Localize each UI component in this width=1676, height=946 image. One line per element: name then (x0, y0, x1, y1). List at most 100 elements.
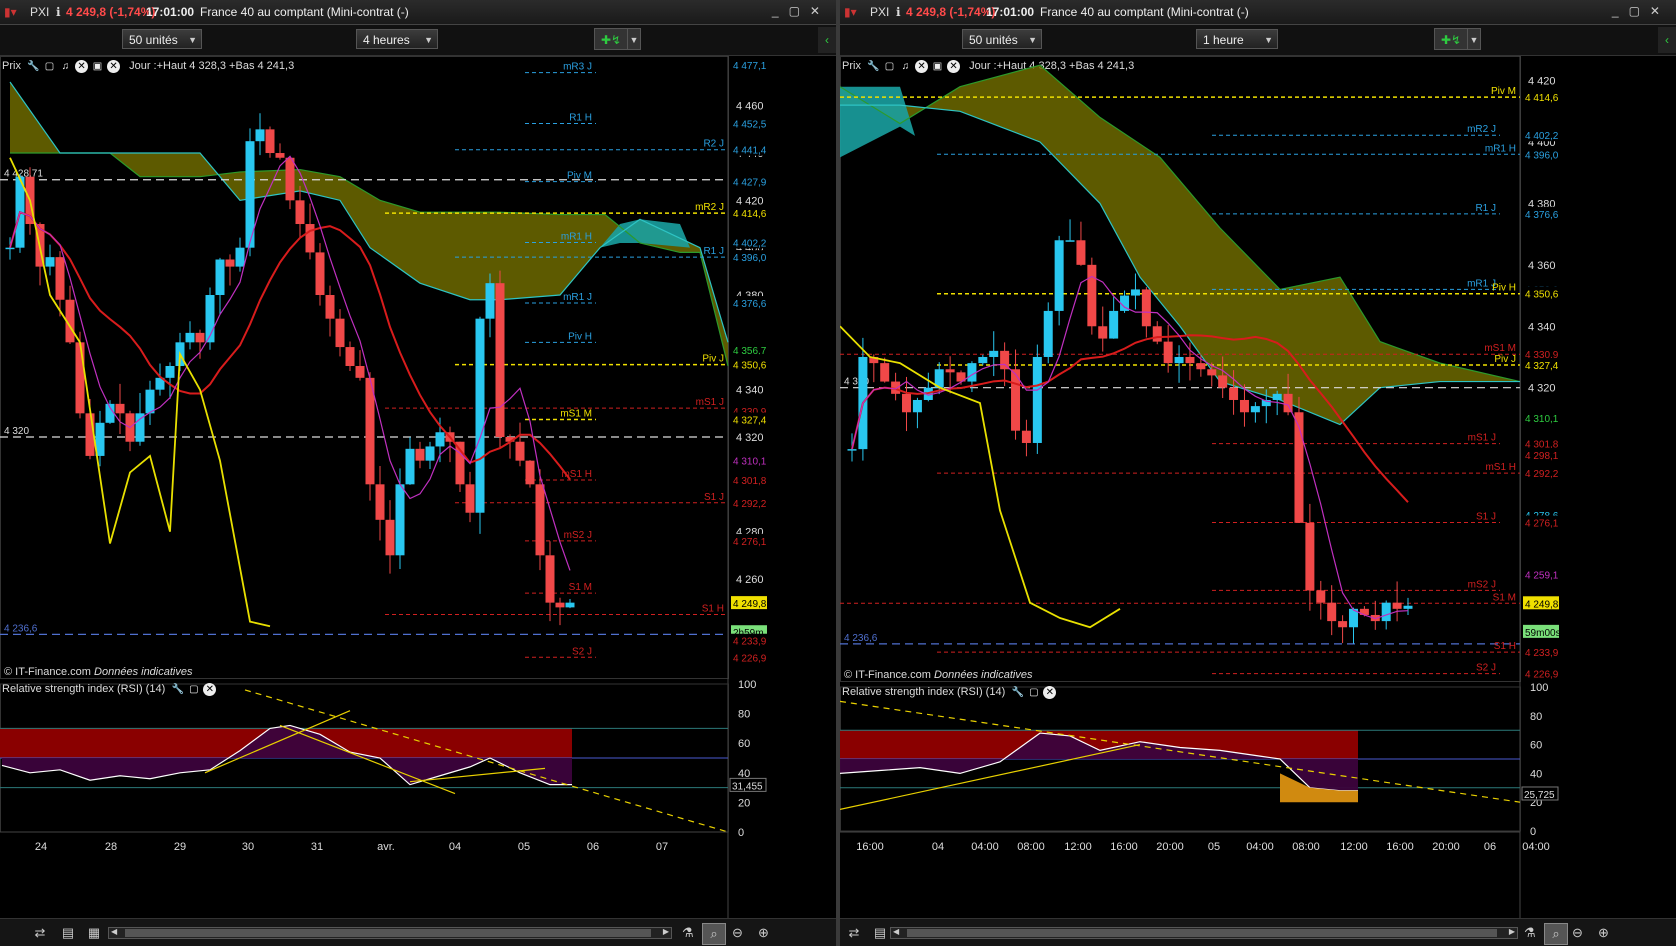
calendar-icon[interactable]: ▦ (84, 923, 104, 943)
scroll-right-icon[interactable]: ▶ (663, 927, 669, 936)
zoom-in-icon[interactable]: ⊕ (1598, 923, 1609, 943)
symbol[interactable]: PXI (30, 5, 49, 19)
indicator-icon[interactable]: ⚗ (1524, 923, 1536, 943)
app-icon[interactable]: ▮▾ (4, 5, 17, 19)
indicator-icon[interactable]: ⚗ (682, 923, 694, 943)
list-icon[interactable]: ▤ (870, 923, 890, 943)
rsi-label: Relative strength index (RSI) (14) (2, 683, 166, 695)
x-tick-label: 20:00 (1432, 841, 1460, 853)
toolbar: 50 unités ▼ 4 heures ▼ ✚↯ ▼ ‹ (0, 25, 836, 56)
x-tick-label: 31 (311, 841, 323, 853)
rsi-header: Relative strength index (RSI) (14) 🔧 ▢ ✕ (842, 684, 1057, 700)
price-tag: 4 249,8 (1525, 599, 1559, 610)
pivot-level-label: S2 J (572, 646, 592, 657)
zoom-rect-icon[interactable]: ⌕ (1544, 923, 1568, 945)
units-select[interactable]: 50 unités ▼ (962, 29, 1042, 49)
zoom-in-icon[interactable]: ⊕ (758, 923, 769, 943)
rsi-tick-label: 100 (1530, 682, 1548, 694)
symbol[interactable]: PXI (870, 5, 889, 19)
candle-body (1338, 621, 1348, 628)
rsi-value-tag: 31,455 (732, 781, 763, 792)
scroll-thumb[interactable] (907, 929, 1497, 937)
x-tick-label: 04 (932, 841, 944, 853)
x-tick-label: 16:00 (1110, 841, 1138, 853)
x-tick-label: avr. (377, 841, 395, 853)
price-tag: 4 402,2 (1525, 131, 1559, 142)
price-chart[interactable]: 4 3204 236,6Piv MmR2 JmR1 HR1 JmR1 JPiv … (840, 56, 1676, 918)
zoom-out-icon[interactable]: ⊖ (732, 923, 743, 943)
x-tick-label: 04 (449, 841, 461, 853)
wrench-icon[interactable]: 🔧 (1011, 686, 1024, 699)
candle-body (5, 247, 15, 250)
window-buttons[interactable]: _▢✕ (772, 4, 830, 18)
price-tag: 4 402,2 (733, 238, 767, 249)
price-tag: 4 414,6 (733, 209, 767, 220)
window-buttons[interactable]: _▢✕ (1612, 4, 1670, 18)
window-icon[interactable]: ▢ (187, 683, 200, 696)
candle-body (1185, 356, 1195, 364)
candle-body (435, 432, 445, 447)
time-scrollbar[interactable]: ◀ ▶ (890, 927, 1518, 939)
h-marker-label: 4 320 (4, 426, 29, 437)
rsi-tick-label: 80 (1530, 711, 1542, 723)
time-scrollbar[interactable]: ◀ ▶ (108, 927, 672, 939)
scroll-thumb[interactable] (125, 929, 651, 937)
close-icon[interactable]: ✕ (1043, 685, 1057, 699)
candle-body (355, 366, 365, 378)
candle-body (1196, 363, 1206, 370)
chart-window-1h: ▮▾ PXI ℹ 4 249,8 (-1,74%) 17:01:00 Franc… (840, 0, 1676, 946)
zoom-rect-icon[interactable]: ⌕ (702, 923, 726, 945)
x-tick-label: 06 (1484, 841, 1496, 853)
info-icon[interactable]: ℹ (56, 5, 61, 19)
app-icon[interactable]: ▮▾ (844, 5, 857, 19)
candle-body (1250, 406, 1260, 413)
side-panel-icon[interactable]: ‹ (1658, 27, 1676, 53)
close-icon[interactable]: ✕ (203, 682, 217, 696)
candle-body (535, 484, 545, 556)
scroll-right-icon[interactable]: ▶ (1509, 927, 1515, 936)
price-tag: 4 477,1 (733, 61, 767, 72)
drawing-tools-icon[interactable]: ✚↯ (594, 28, 628, 50)
copyright: © IT-Finance.com Données indicatives (4, 666, 193, 678)
period-select[interactable]: 4 heures ▼ (356, 29, 438, 49)
side-panel-icon[interactable]: ‹ (818, 27, 836, 53)
copyright: © IT-Finance.com Données indicatives (844, 669, 1033, 681)
scroll-left-icon[interactable]: ◀ (893, 927, 899, 936)
candle-body (425, 446, 435, 461)
tools-dropdown-icon[interactable]: ▼ (627, 28, 641, 50)
y-tick-label: 4 360 (1528, 260, 1556, 272)
pivot-level-label: Piv M (567, 171, 592, 182)
sync-icon[interactable]: ⇄ (844, 923, 864, 943)
info-icon[interactable]: ℹ (896, 5, 901, 19)
zoom-out-icon[interactable]: ⊖ (1572, 923, 1583, 943)
units-select[interactable]: 50 unités ▼ (122, 29, 202, 49)
period-select[interactable]: 1 heure ▼ (1196, 29, 1278, 49)
tools-dropdown-icon[interactable]: ▼ (1467, 28, 1481, 50)
candle-body (1327, 602, 1337, 622)
pivot-level-label: mS1 J (1468, 433, 1496, 444)
chevron-down-icon: ▼ (1028, 35, 1037, 45)
drawing-tools-icon[interactable]: ✚↯ (1434, 28, 1468, 50)
scroll-left-icon[interactable]: ◀ (111, 927, 117, 936)
price-tag: 4 350,6 (1525, 290, 1559, 301)
price-tag: 4 441,4 (733, 146, 767, 157)
price-tag: 4 249,8 (733, 599, 767, 610)
price-tag: 4 414,6 (1525, 93, 1559, 104)
price-tag: 4 396,0 (1525, 150, 1559, 161)
wrench-icon[interactable]: 🔧 (171, 683, 184, 696)
candle-body (315, 252, 325, 296)
candle-body (545, 555, 555, 603)
sync-icon[interactable]: ⇄ (30, 923, 50, 943)
pivot-level-label: Piv J (702, 354, 724, 365)
price-chart[interactable]: 4 428,714 3204 236,6mR3 JR1 HR2 JPiv MmR… (0, 56, 836, 918)
candle-body (265, 129, 275, 154)
candle-body (335, 318, 345, 348)
candle-body (385, 519, 395, 556)
price-tag: 59m00s (1525, 628, 1561, 639)
rsi-value-tag: 25,725 (1524, 790, 1555, 801)
list-icon[interactable]: ▤ (58, 923, 78, 943)
price-tag: 4 226,9 (733, 653, 767, 664)
x-tick-label: 04:00 (971, 841, 999, 853)
window-icon[interactable]: ▢ (1027, 686, 1040, 699)
rsi-tick-label: 40 (1530, 768, 1542, 780)
